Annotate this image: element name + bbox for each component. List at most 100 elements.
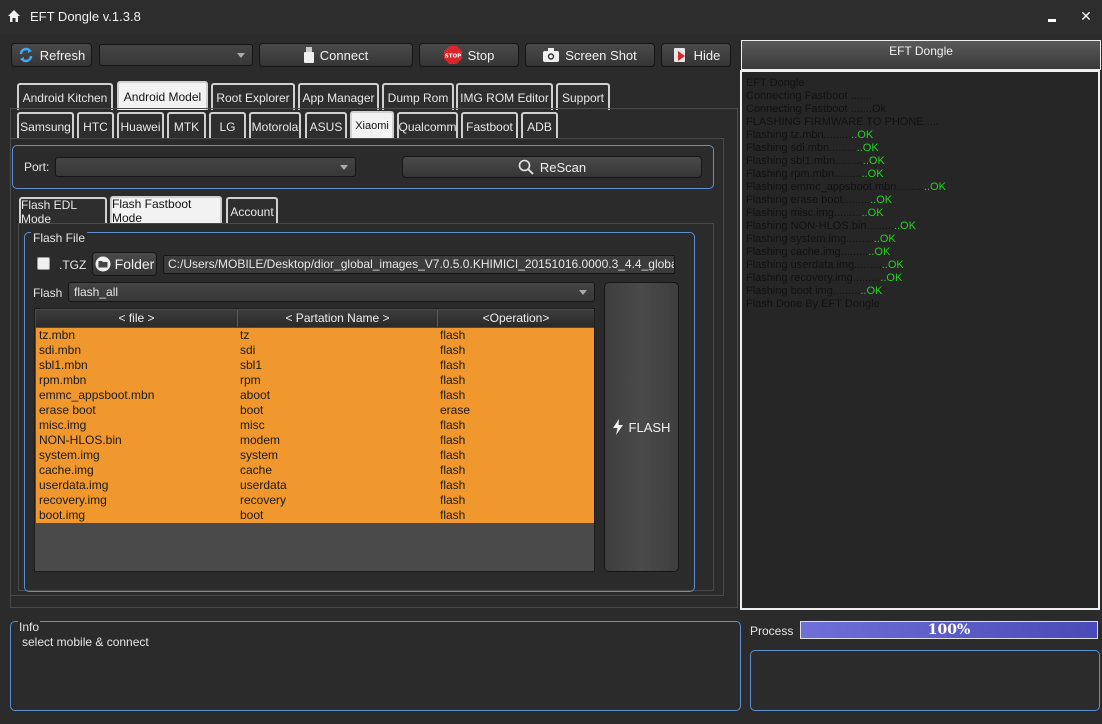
cell-partition: cache: [240, 463, 273, 477]
device-combo[interactable]: [99, 44, 253, 66]
log-line: Connecting Fastboot .......: [746, 90, 1094, 103]
tgz-checkbox[interactable]: [37, 257, 50, 270]
cell-operation: flash: [440, 478, 466, 492]
column-header-partition[interactable]: < Partation Name >: [238, 310, 438, 327]
chevron-down-icon: [237, 53, 245, 58]
table-row[interactable]: cache.img cache flash: [36, 463, 594, 478]
log-line-text: Flashing NON-HLOS.bin.........: [746, 220, 894, 232]
minimize-icon[interactable]: [1044, 8, 1060, 24]
tab-android-model[interactable]: Android Model: [117, 81, 208, 110]
port-combo[interactable]: [55, 157, 356, 177]
firmware-path-field[interactable]: C:/Users/MOBILE/Desktop/dior_global_imag…: [163, 255, 675, 274]
cell-operation: flash: [440, 493, 466, 507]
tab-label: LG: [219, 119, 236, 134]
tab-flash-edl-mode[interactable]: Flash EDL Mode: [19, 197, 107, 226]
log-line-status: ..OK: [893, 220, 916, 232]
log-line-status: ..OK: [868, 246, 891, 258]
tab-label: Dump Rom: [387, 90, 449, 105]
tab-label: Fastboot: [466, 119, 513, 134]
connect-button[interactable]: Connect: [259, 43, 413, 67]
log-panel-title: EFT Dongle: [889, 44, 953, 58]
tab-label: Motorola: [251, 119, 299, 134]
tab-lg[interactable]: LG: [209, 112, 246, 139]
rescan-button[interactable]: ReScan: [402, 156, 702, 178]
tab-android-kitchen[interactable]: Android Kitchen: [17, 83, 113, 110]
column-header-file[interactable]: < file >: [36, 310, 238, 327]
table-row[interactable]: NON-HLOS.bin modem flash: [36, 433, 594, 448]
tab-mtk[interactable]: MTK: [167, 112, 206, 139]
close-icon[interactable]: ✕: [1078, 7, 1094, 25]
hide-button[interactable]: Hide: [661, 43, 731, 67]
table-row[interactable]: sbl1.mbn sbl1 flash: [36, 358, 594, 373]
flash-label: Flash: [33, 286, 63, 300]
log-line-text: FLASHING FIRMWARE TO PHONE.....: [746, 116, 939, 128]
log-line-status: ..OK: [881, 259, 904, 271]
cell-operation: flash: [440, 373, 466, 387]
tab-support[interactable]: Support: [556, 83, 610, 110]
log-line: Flashing rpm.mbn...........OK: [746, 168, 1094, 181]
hide-icon: [673, 48, 685, 62]
cell-partition: system: [240, 448, 279, 462]
tab-fastboot[interactable]: Fastboot: [461, 112, 518, 139]
refresh-button[interactable]: Refresh: [11, 43, 92, 67]
log-line: Flashing sbl1.mbn...........OK: [746, 155, 1094, 168]
tab-htc[interactable]: HTC: [77, 112, 114, 139]
table-row[interactable]: boot.img boot flash: [36, 508, 594, 523]
tab-adb[interactable]: ADB: [521, 112, 558, 139]
table-row[interactable]: userdata.img userdata flash: [36, 478, 594, 493]
stop-button[interactable]: STOP Stop: [419, 43, 519, 67]
table-row[interactable]: tz.mbn tz flash: [36, 328, 594, 343]
screenshot-button[interactable]: Screen Shot: [525, 43, 655, 67]
cell-operation: flash: [440, 343, 466, 357]
table-row[interactable]: recovery.img recovery flash: [36, 493, 594, 508]
tab-img-rom-editor[interactable]: IMG ROM Editor: [456, 83, 553, 110]
tab-dump-rom[interactable]: Dump Rom: [382, 83, 454, 110]
log-line: Flashing cache.img...........OK: [746, 246, 1094, 259]
log-line-status: ..OK: [923, 181, 946, 193]
log-line: Flashing misc.img...........OK: [746, 207, 1094, 220]
cell-file: misc.img: [39, 418, 87, 432]
table-row[interactable]: misc.img misc flash: [36, 418, 594, 433]
tab-root-explorer[interactable]: Root Explorer: [211, 83, 295, 110]
log-line-status: ..OK: [870, 194, 893, 206]
tab-qualcomm[interactable]: Qualcomm: [397, 112, 458, 139]
tab-asus[interactable]: ASUS: [305, 112, 347, 139]
log-line-text: Flashing system.img.........: [746, 233, 874, 245]
tab-app-manager[interactable]: App Manager: [298, 83, 379, 110]
tab-samsung[interactable]: Samsung: [17, 112, 74, 139]
flash-script-combo[interactable]: flash_all: [68, 282, 595, 302]
cell-file: boot.img: [39, 508, 86, 522]
firmware-path-value: C:/Users/MOBILE/Desktop/dior_global_imag…: [168, 257, 675, 271]
cell-file: system.img: [39, 448, 100, 462]
cell-operation: flash: [440, 433, 466, 447]
app-title: EFT Dongle v.1.3.8: [30, 9, 141, 24]
tab-label: ADB: [527, 119, 552, 134]
log-line-text: Flashing erase boot.........: [746, 194, 871, 206]
tab-motorola[interactable]: Motorola: [249, 112, 301, 139]
flash-button-label: FLASH: [628, 419, 671, 435]
log-line: Flashing system.img...........OK: [746, 233, 1094, 246]
column-header-operation[interactable]: <Operation>: [438, 310, 594, 327]
tab-xiaomi[interactable]: Xiaomi: [350, 111, 394, 139]
log-panel-header: EFT Dongle: [741, 40, 1101, 70]
table-row[interactable]: sdi.mbn sdi flash: [36, 343, 594, 358]
tab-flash-fastboot-mode[interactable]: Flash Fastboot Mode: [110, 196, 222, 225]
table-row[interactable]: emmc_appsboot.mbn aboot flash: [36, 388, 594, 403]
flash-button[interactable]: FLASH: [604, 282, 679, 572]
tab-account[interactable]: Account: [226, 197, 278, 224]
tab-label: Account: [230, 204, 274, 219]
cell-partition: sdi: [240, 343, 256, 357]
log-line-text: Flash Done By EFT Dongle: [746, 298, 880, 310]
table-row[interactable]: rpm.mbn rpm flash: [36, 373, 594, 388]
log-line-status: ..OK: [851, 129, 874, 141]
log-line-status: ..OK: [861, 207, 884, 219]
stop-label: Stop: [467, 47, 495, 63]
table-row[interactable]: erase boot boot erase: [36, 403, 594, 418]
folder-button[interactable]: Folder: [92, 252, 157, 276]
log-line: Flashing NON-HLOS.bin...........OK: [746, 220, 1094, 233]
table-row[interactable]: system.img system flash: [36, 448, 594, 463]
cell-file: tz.mbn: [39, 328, 76, 342]
tab-huawei[interactable]: Huawei: [117, 112, 164, 139]
partition-table: < file > < Partation Name > <Operation> …: [34, 308, 595, 572]
cell-file: userdata.img: [39, 478, 109, 492]
